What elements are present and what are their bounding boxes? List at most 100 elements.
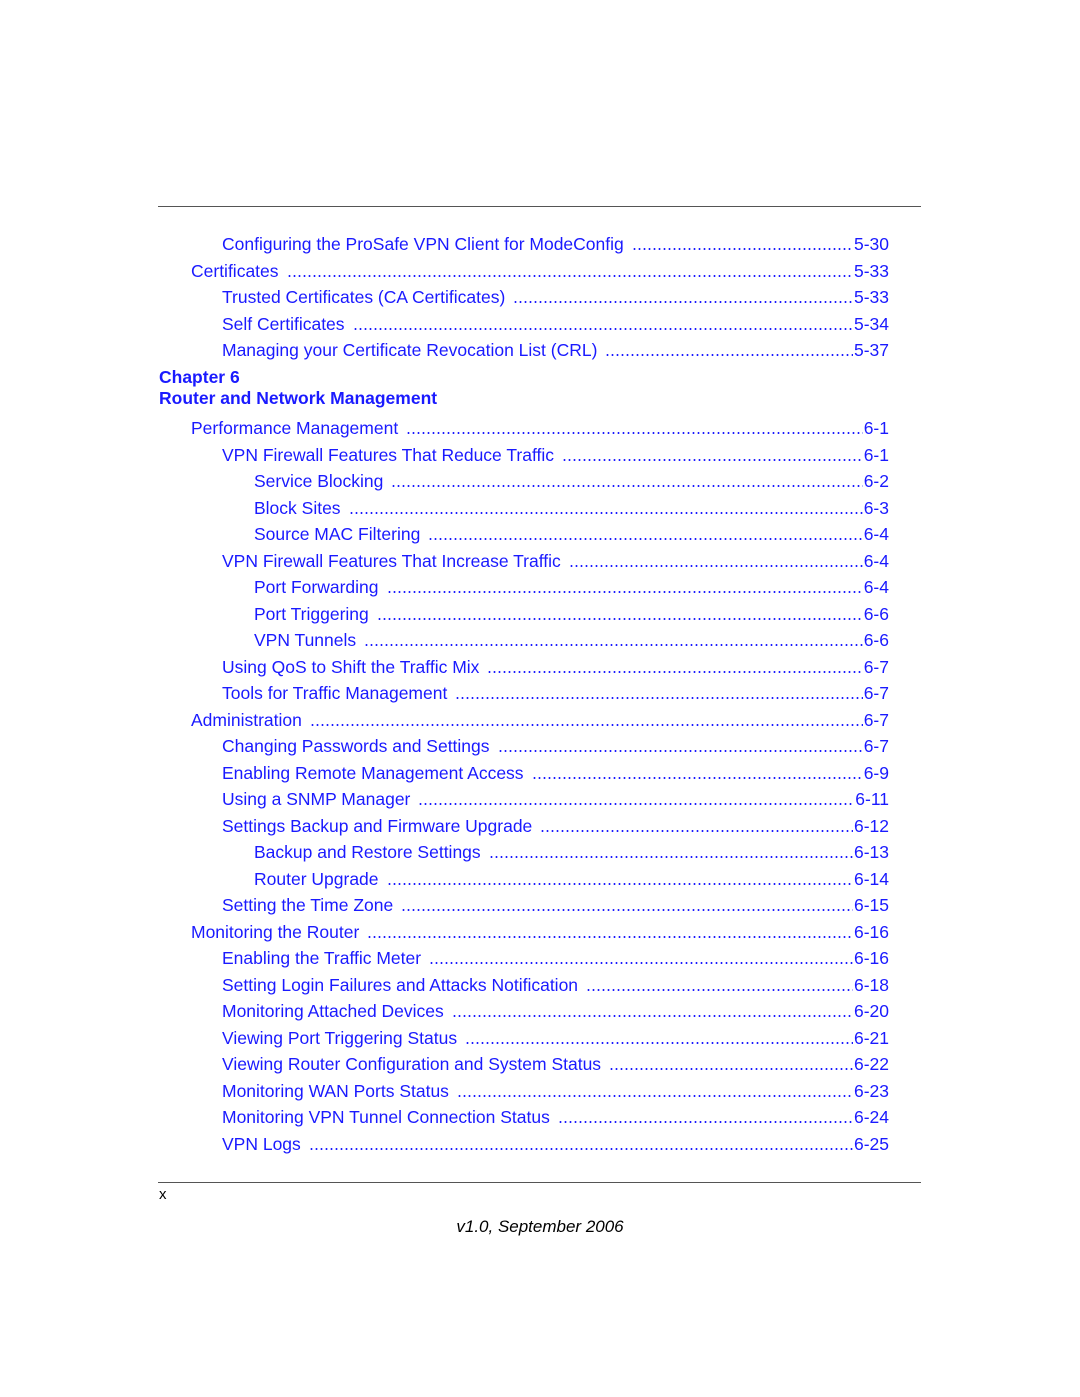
toc-entry-page[interactable]: 5-37 — [854, 337, 889, 364]
toc-entry-title[interactable]: Port Triggering — [254, 601, 377, 628]
toc-entry-title[interactable]: Viewing Router Configuration and System … — [222, 1051, 609, 1078]
toc-entry[interactable]: Viewing Port Triggering Status 6-21 — [0, 1025, 889, 1052]
toc-entry[interactable]: Viewing Router Configuration and System … — [0, 1051, 889, 1078]
toc-entry[interactable]: Monitoring WAN Ports Status 6-23 — [0, 1078, 889, 1105]
toc-entry-page[interactable]: 6-6 — [864, 627, 889, 654]
toc-entry[interactable]: Administration 6-7 — [0, 707, 889, 734]
toc-entry-page[interactable]: 6-4 — [864, 574, 889, 601]
toc-entry-page[interactable]: 5-30 — [854, 231, 889, 258]
toc-entry[interactable]: Monitoring Attached Devices 6-20 — [0, 998, 889, 1025]
toc-entry-page[interactable]: 6-25 — [854, 1131, 889, 1158]
toc-entry-page[interactable]: 6-23 — [854, 1078, 889, 1105]
toc-entry-title[interactable]: Router Upgrade — [254, 866, 387, 893]
toc-entry-title[interactable]: Block Sites — [254, 495, 349, 522]
toc-entry[interactable]: Enabling the Traffic Meter 6-16 — [0, 945, 889, 972]
toc-entry[interactable]: Performance Management 6-1 — [0, 415, 889, 442]
toc-entry-page[interactable]: 6-1 — [864, 415, 889, 442]
toc-entry-page[interactable]: 6-4 — [864, 521, 889, 548]
toc-entry-page[interactable]: 6-11 — [855, 786, 889, 813]
toc-entry[interactable]: Settings Backup and Firmware Upgrade 6-12 — [0, 813, 889, 840]
toc-entry-title[interactable]: Monitoring the Router — [191, 919, 367, 946]
toc-entry[interactable]: VPN Logs 6-25 — [0, 1131, 889, 1158]
toc-entry-page[interactable]: 5-33 — [854, 258, 889, 285]
toc-entry-title[interactable]: Tools for Traffic Management — [222, 680, 455, 707]
toc-entry-title[interactable]: Using a SNMP Manager — [222, 786, 418, 813]
toc-entry-page[interactable]: 6-7 — [864, 733, 889, 760]
toc-entry-page[interactable]: 6-16 — [854, 945, 889, 972]
toc-entry-page[interactable]: 6-7 — [864, 707, 889, 734]
toc-entry[interactable]: Configuring the ProSafe VPN Client for M… — [0, 231, 889, 258]
toc-entry[interactable]: Source MAC Filtering 6-4 — [0, 521, 889, 548]
toc-entry-title[interactable]: VPN Tunnels — [254, 627, 364, 654]
toc-entry-title[interactable]: Enabling the Traffic Meter — [222, 945, 429, 972]
toc-entry[interactable]: VPN Tunnels 6-6 — [0, 627, 889, 654]
toc-entry-title[interactable]: Self Certificates — [222, 311, 353, 338]
toc-entry-page[interactable]: 6-7 — [864, 654, 889, 681]
toc-entry-page[interactable]: 6-22 — [854, 1051, 889, 1078]
toc-entry-page[interactable]: 6-12 — [854, 813, 889, 840]
toc-entry[interactable]: VPN Firewall Features That Increase Traf… — [0, 548, 889, 575]
toc-entry-page[interactable]: 6-3 — [864, 495, 889, 522]
toc-entry[interactable]: Backup and Restore Settings 6-13 — [0, 839, 889, 866]
toc-entry-page[interactable]: 6-4 — [864, 548, 889, 575]
toc-entry-title[interactable]: Backup and Restore Settings — [254, 839, 489, 866]
toc-entry-page[interactable]: 5-33 — [854, 284, 889, 311]
toc-entry-title[interactable]: VPN Firewall Features That Reduce Traffi… — [222, 442, 562, 469]
toc-entry[interactable]: Tools for Traffic Management 6-7 — [0, 680, 889, 707]
toc-entry-title[interactable]: Changing Passwords and Settings — [222, 733, 498, 760]
toc-entry[interactable]: Monitoring the Router 6-16 — [0, 919, 889, 946]
toc-entry[interactable]: Enabling Remote Management Access 6-9 — [0, 760, 889, 787]
toc-entry-page[interactable]: 6-15 — [854, 892, 889, 919]
toc-entry-page[interactable]: 6-14 — [854, 866, 889, 893]
toc-entry-title[interactable]: VPN Logs — [222, 1131, 309, 1158]
toc-entry-title[interactable]: Configuring the ProSafe VPN Client for M… — [222, 231, 632, 258]
toc-entry[interactable]: Router Upgrade 6-14 — [0, 866, 889, 893]
toc-entry-page[interactable]: 6-18 — [854, 972, 889, 999]
toc-entry-title[interactable]: Certificates — [191, 258, 287, 285]
toc-entry[interactable]: Certificates 5-33 — [0, 258, 889, 285]
toc-entry-page[interactable]: 6-13 — [854, 839, 889, 866]
toc-entry-page[interactable]: 6-6 — [864, 601, 889, 628]
toc-entry[interactable]: Self Certificates 5-34 — [0, 311, 889, 338]
toc-entry-page[interactable]: 6-24 — [854, 1104, 889, 1131]
toc-entry-title[interactable]: Setting the Time Zone — [222, 892, 401, 919]
toc-entry[interactable]: Service Blocking 6-2 — [0, 468, 889, 495]
toc-entry-page[interactable]: 6-9 — [864, 760, 889, 787]
toc-entry[interactable]: Port Forwarding 6-4 — [0, 574, 889, 601]
toc-entry-page[interactable]: 6-21 — [854, 1025, 889, 1052]
toc-entry-page[interactable]: 5-34 — [854, 311, 889, 338]
toc-entry[interactable]: Port Triggering 6-6 — [0, 601, 889, 628]
toc-entry-title[interactable]: Using QoS to Shift the Traffic Mix — [222, 654, 487, 681]
toc-entry-title[interactable]: Port Forwarding — [254, 574, 387, 601]
toc-entry-title[interactable]: Managing your Certificate Revocation Lis… — [222, 337, 605, 364]
toc-entry[interactable]: VPN Firewall Features That Reduce Traffi… — [0, 442, 889, 469]
toc-entry-page[interactable]: 6-7 — [864, 680, 889, 707]
toc-entry-title[interactable]: Monitoring Attached Devices — [222, 998, 452, 1025]
toc-entry[interactable]: Block Sites 6-3 — [0, 495, 889, 522]
toc-entry[interactable]: Changing Passwords and Settings 6-7 — [0, 733, 889, 760]
toc-entry-title[interactable]: Administration — [191, 707, 310, 734]
toc-entry[interactable]: Monitoring VPN Tunnel Connection Status 6… — [0, 1104, 889, 1131]
toc-entry[interactable]: Setting the Time Zone 6-15 — [0, 892, 889, 919]
toc-entry[interactable]: Using QoS to Shift the Traffic Mix 6-7 — [0, 654, 889, 681]
toc-entry-title[interactable]: Service Blocking — [254, 468, 391, 495]
toc-entry-title[interactable]: Monitoring VPN Tunnel Connection Status — [222, 1104, 558, 1131]
toc-entry[interactable]: Using a SNMP Manager 6-11 — [0, 786, 889, 813]
toc-entry[interactable]: Trusted Certificates (CA Certificates) 5-… — [0, 284, 889, 311]
toc-entry[interactable]: Managing your Certificate Revocation Lis… — [0, 337, 889, 364]
toc-entry-title[interactable]: VPN Firewall Features That Increase Traf… — [222, 548, 569, 575]
toc-entry-title[interactable]: Monitoring WAN Ports Status — [222, 1078, 457, 1105]
chapter-title: Router and Network Management — [159, 388, 438, 408]
toc-entry-title[interactable]: Source MAC Filtering — [254, 521, 428, 548]
toc-entry-title[interactable]: Enabling Remote Management Access — [222, 760, 532, 787]
toc-entry-title[interactable]: Settings Backup and Firmware Upgrade — [222, 813, 540, 840]
toc-entry-title[interactable]: Setting Login Failures and Attacks Notif… — [222, 972, 586, 999]
toc-entry-page[interactable]: 6-20 — [854, 998, 889, 1025]
toc-entry-title[interactable]: Viewing Port Triggering Status — [222, 1025, 465, 1052]
toc-entry[interactable]: Setting Login Failures and Attacks Notif… — [0, 972, 889, 999]
toc-entry-page[interactable]: 6-16 — [854, 919, 889, 946]
toc-entry-title[interactable]: Trusted Certificates (CA Certificates) — [222, 284, 513, 311]
toc-entry-page[interactable]: 6-2 — [864, 468, 889, 495]
toc-entry-page[interactable]: 6-1 — [864, 442, 889, 469]
toc-entry-title[interactable]: Performance Management — [191, 415, 406, 442]
